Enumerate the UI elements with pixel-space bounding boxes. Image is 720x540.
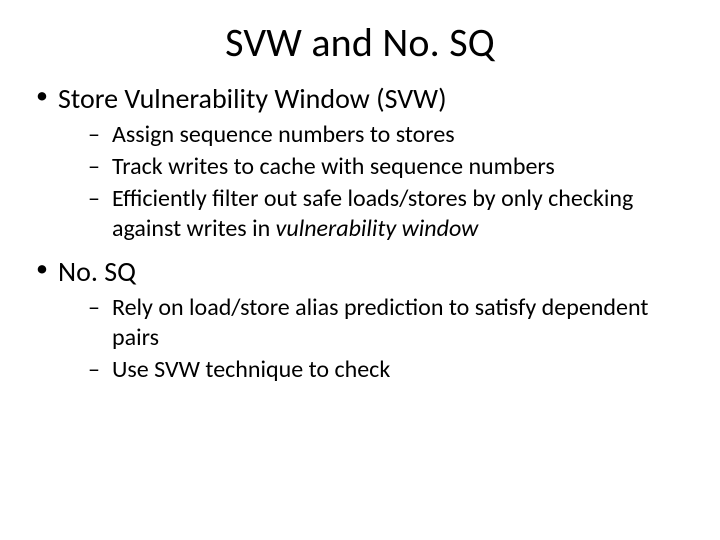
- list-item: Track writes to cache with sequence numb…: [88, 152, 690, 182]
- sub-list: Assign sequence numbers to stores Track …: [58, 120, 690, 244]
- list-item: Rely on load/store alias prediction to s…: [88, 293, 690, 353]
- bullet-text: Assign sequence numbers to stores: [112, 120, 455, 149]
- bullet-text: Rely on load/store alias prediction to s…: [112, 293, 648, 352]
- list-item: Efficiently filter out safe loads/stores…: [88, 184, 690, 244]
- bullet-text: No. SQ: [58, 254, 136, 289]
- slide-body: Store Vulnerability Window (SVW) Assign …: [0, 67, 720, 385]
- list-item: Use SVW technique to check: [88, 355, 690, 385]
- slide-title: SVW and No. SQ: [0, 0, 720, 67]
- slide: SVW and No. SQ Store Vulnerability Windo…: [0, 0, 720, 540]
- bullet-text: Track writes to cache with sequence numb…: [112, 152, 555, 181]
- bullet-emph: vulnerability window: [276, 214, 479, 243]
- list-item: No. SQ Rely on load/store alias predicti…: [30, 254, 690, 385]
- sub-list: Rely on load/store alias prediction to s…: [58, 293, 690, 385]
- list-item: Assign sequence numbers to stores: [88, 120, 690, 150]
- bullet-list: Store Vulnerability Window (SVW) Assign …: [30, 81, 690, 385]
- bullet-text: Use SVW technique to check: [112, 355, 390, 384]
- list-item: Store Vulnerability Window (SVW) Assign …: [30, 81, 690, 244]
- bullet-text: Store Vulnerability Window (SVW): [58, 81, 447, 116]
